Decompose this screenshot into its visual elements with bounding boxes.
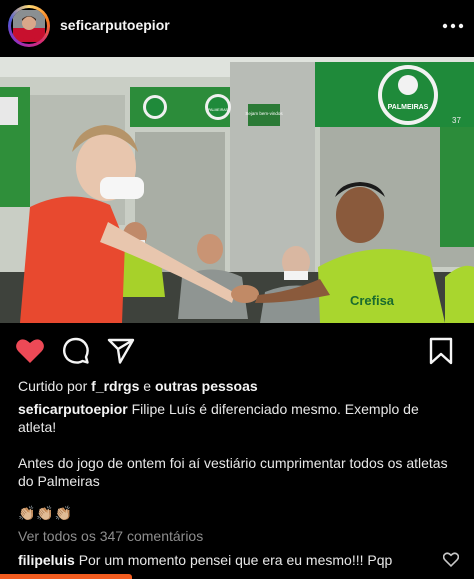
post-photo[interactable]: Sejam bem-vindos PALMEIRAS PALMEIRAS 37: [0, 57, 474, 323]
post-author-username[interactable]: seficarputoepior: [60, 17, 170, 33]
shirt-sponsor-text: Crefisa: [350, 293, 395, 308]
caption-line-2: Antes do jogo de ontem foi aí vestiário …: [18, 455, 448, 489]
likes-user[interactable]: f_rdrgs: [91, 378, 139, 394]
palmeiras-crest-left: PALMEIRAS: [208, 108, 228, 112]
comment-like-icon[interactable]: [443, 552, 459, 567]
post-actions: [0, 330, 474, 370]
likes-connector: e: [143, 378, 152, 394]
profile-avatar[interactable]: [8, 5, 50, 47]
view-all-comments-link[interactable]: Ver todos os 347 comentários: [18, 528, 203, 544]
locker-number: 37: [452, 116, 461, 125]
clapping-emojis: 👏🏼👏🏼👏🏼: [18, 505, 74, 521]
likes-others[interactable]: outras pessoas: [155, 378, 258, 394]
locker-room-scene: Sejam bem-vindos PALMEIRAS PALMEIRAS 37: [0, 57, 474, 323]
top-comment: filipeluis Por um momento pensei que era…: [18, 552, 438, 568]
story-progress-accent: [0, 574, 132, 579]
likes-summary[interactable]: Curtido por f_rdrgs e outras pessoas: [18, 378, 258, 394]
more-options-icon[interactable]: [440, 14, 466, 38]
heart-filled-icon[interactable]: [15, 337, 45, 365]
caption-username[interactable]: seficarputoepior: [18, 401, 128, 417]
palmeiras-crest-right: PALMEIRAS: [388, 104, 429, 111]
send-icon[interactable]: [107, 337, 135, 365]
comment-username[interactable]: filipeluis: [18, 552, 75, 568]
likes-prefix: Curtido por: [18, 378, 88, 394]
bookmark-icon[interactable]: [429, 337, 453, 365]
comment-text: Por um momento pensei que era eu mesmo!!…: [78, 552, 393, 568]
comment-icon[interactable]: [62, 337, 90, 365]
post-header: seficarputoepior: [0, 0, 474, 54]
wall-note-text: Sejam bem-vindos: [245, 111, 283, 116]
avatar-image: [11, 8, 47, 44]
post-caption: seficarputoepior Filipe Luís é diferenci…: [18, 400, 458, 522]
